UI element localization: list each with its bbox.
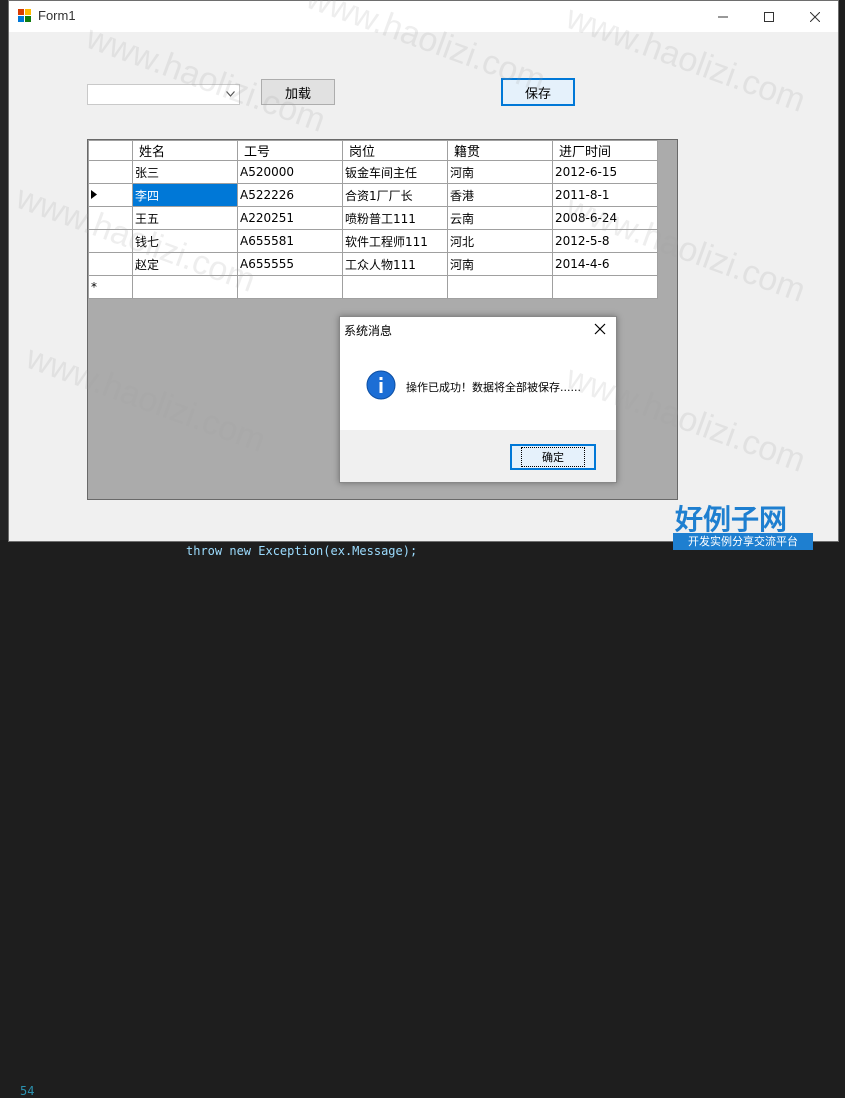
grid-corner-header[interactable] (88, 140, 133, 161)
cell-id[interactable]: A655555 (237, 252, 343, 276)
cell-name[interactable]: 张三 (132, 160, 238, 184)
ide-background-left (0, 0, 8, 562)
save-button[interactable]: 保存 (501, 78, 575, 106)
minimize-button[interactable] (700, 1, 746, 32)
cell-id[interactable]: A220251 (237, 206, 343, 230)
table-row[interactable]: 王五 A220251 喷粉普工111 云南 2008-6-24 (88, 206, 658, 230)
cell-hometown[interactable]: 河南 (447, 252, 553, 276)
table-row[interactable]: 赵定 A655555 工众人物111 河南 2014-4-6 (88, 252, 658, 276)
cell-position[interactable]: 钣金车间主任 (342, 160, 448, 184)
column-header-name[interactable]: 姓名 (132, 140, 238, 161)
cell-id[interactable]: A655581 (237, 229, 343, 253)
grid-header-row: 姓名 工号 岗位 籍贯 进厂时间 (88, 140, 658, 161)
close-button[interactable] (792, 1, 838, 32)
column-header-hometown[interactable]: 籍贯 (447, 140, 553, 161)
cell-date[interactable]: 2012-6-15 (552, 160, 658, 184)
cell-date[interactable]: 2008-6-24 (552, 206, 658, 230)
dialog-message: 操作已成功！数据将全部被保存...... (406, 381, 581, 394)
logo-subtitle: 开发实例分享交流平台 (673, 533, 813, 550)
message-dialog: 系统消息 操作已成功！数据将全部被保存...... 确定 (339, 316, 617, 483)
site-logo: 好例子网 开发实例分享交流平台 (673, 498, 813, 552)
table-row[interactable]: 钱七 A655581 软件工程师111 河北 2012-5-8 (88, 229, 658, 253)
row-header[interactable] (88, 229, 133, 253)
data-grid-table: 姓名 工号 岗位 籍贯 进厂时间 张三 A520000 钣金车间主任 河南 20… (88, 140, 658, 299)
cell-id[interactable]: A522226 (237, 183, 343, 207)
info-icon (366, 370, 396, 400)
maximize-button[interactable] (746, 1, 792, 32)
cell-hometown[interactable]: 河北 (447, 229, 553, 253)
cell-position[interactable] (342, 275, 448, 299)
close-icon[interactable] (592, 321, 608, 337)
cell-hometown[interactable] (447, 275, 553, 299)
cell-position[interactable]: 工众人物111 (342, 252, 448, 276)
cell-date[interactable] (552, 275, 658, 299)
load-button[interactable]: 加载 (261, 79, 335, 105)
cell-name[interactable]: 赵定 (132, 252, 238, 276)
ide-line-number: 54 (20, 1084, 35, 1098)
cell-id[interactable] (237, 275, 343, 299)
column-header-id[interactable]: 工号 (237, 140, 343, 161)
cell-id[interactable]: A520000 (237, 160, 343, 184)
cell-name[interactable]: 钱七 (132, 229, 238, 253)
cell-name[interactable]: 王五 (132, 206, 238, 230)
minimize-icon (718, 16, 728, 17)
ide-code-line: throw new Exception(ex.Message); (186, 544, 418, 558)
new-row-marker[interactable]: * (88, 275, 133, 299)
cell-date[interactable]: 2011-8-1 (552, 183, 658, 207)
new-row[interactable]: * (88, 275, 658, 299)
data-source-combobox[interactable] (87, 84, 240, 105)
cell-hometown[interactable]: 香港 (447, 183, 553, 207)
cell-name[interactable]: 李四 (132, 183, 238, 207)
cell-position[interactable]: 合资1厂厂长 (342, 183, 448, 207)
close-icon (810, 11, 820, 22)
table-row[interactable]: 李四 A522226 合资1厂厂长 香港 2011-8-1 (88, 183, 658, 207)
cell-position[interactable]: 软件工程师111 (342, 229, 448, 253)
cell-date[interactable]: 2012-5-8 (552, 229, 658, 253)
app-icon (18, 9, 31, 22)
cell-hometown[interactable]: 河南 (447, 160, 553, 184)
cell-name[interactable] (132, 275, 238, 299)
row-header[interactable] (88, 206, 133, 230)
window-title: Form1 (38, 8, 76, 23)
cell-date[interactable]: 2014-4-6 (552, 252, 658, 276)
column-header-date[interactable]: 进厂时间 (552, 140, 658, 161)
logo-title: 好例子网 (675, 503, 788, 536)
row-header[interactable] (88, 183, 133, 207)
ok-button-label: 确定 (521, 447, 585, 467)
chevron-down-icon[interactable] (223, 87, 237, 101)
row-header[interactable] (88, 252, 133, 276)
title-bar[interactable]: Form1 (9, 1, 838, 32)
row-header[interactable] (88, 160, 133, 184)
cell-position[interactable]: 喷粉普工111 (342, 206, 448, 230)
column-header-position[interactable]: 岗位 (342, 140, 448, 161)
dialog-title: 系统消息 (344, 324, 393, 338)
ok-button[interactable]: 确定 (510, 444, 596, 470)
table-row[interactable]: 张三 A520000 钣金车间主任 河南 2012-6-15 (88, 160, 658, 184)
current-row-arrow-icon (91, 190, 97, 199)
maximize-icon (764, 11, 774, 22)
cell-hometown[interactable]: 云南 (447, 206, 553, 230)
